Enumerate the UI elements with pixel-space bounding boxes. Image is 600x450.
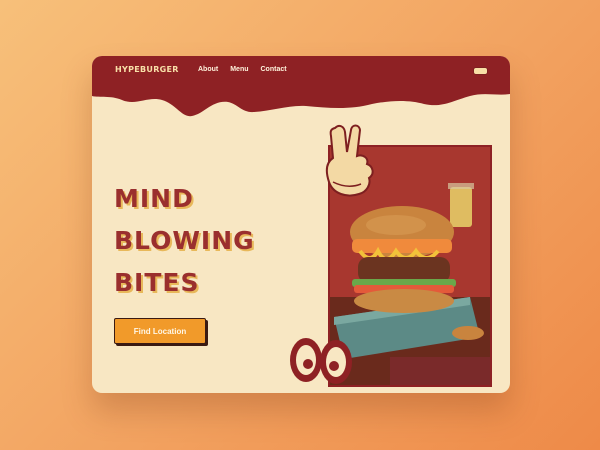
hero-headline: MIND BLOWING BITES — [114, 178, 255, 304]
brand-logo[interactable]: HYPEBURGER — [115, 65, 179, 74]
main-nav: About Menu Contact — [198, 66, 287, 73]
eyes-icon — [290, 338, 352, 384]
headline-line-1: MIND — [114, 184, 194, 213]
nav-contact[interactable]: Contact — [261, 66, 287, 73]
landing-card: HYPEBURGER About Menu Contact MIND BLOWI… — [92, 56, 510, 393]
menu-icon[interactable] — [473, 67, 488, 75]
nav-about[interactable]: About — [198, 66, 218, 73]
headline-line-3: BITES — [114, 268, 200, 297]
peace-hand-icon — [325, 124, 374, 197]
nav-menu[interactable]: Menu — [230, 66, 248, 73]
find-location-button[interactable]: Find Location — [114, 318, 206, 344]
headline-line-2: BLOWING — [114, 226, 255, 255]
